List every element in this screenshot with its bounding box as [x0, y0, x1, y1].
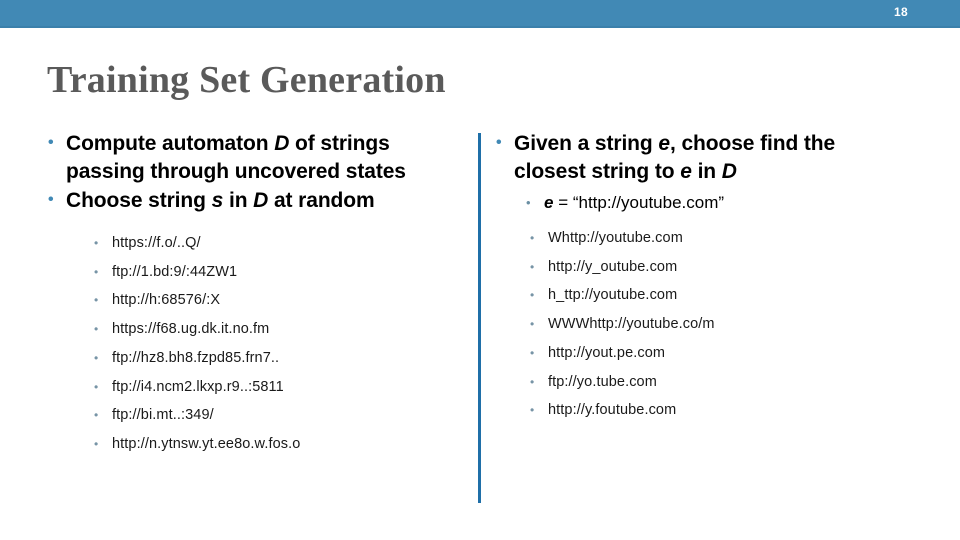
column-divider	[478, 133, 481, 503]
right-string-item: http://y_outube.com	[530, 253, 892, 282]
left-bullet-1: Compute automaton D of strings passing t…	[44, 129, 464, 186]
right-sub-bullet-list: e = “http://youtube.com”	[492, 190, 892, 216]
math-variable: s	[211, 189, 224, 212]
right-bullet-1: Given a string e, choose find the closes…	[492, 129, 892, 186]
right-string-item: WWWhttp://youtube.co/m	[530, 310, 892, 339]
left-string-list: https://f.o/..Q/ftp://1.bd:9/:44ZW1http:…	[44, 229, 464, 459]
right-string-item: Whttp://youtube.com	[530, 224, 892, 253]
example-string-e: e = “http://youtube.com”	[526, 190, 892, 216]
left-bullet-2: Choose string s in D at random	[44, 186, 464, 215]
left-string-item: https://f68.ug.dk.it.no.fm	[94, 315, 464, 344]
bullet-text-run: Given a string	[514, 132, 659, 155]
bullet-text-run: in	[223, 189, 254, 212]
left-string-item: https://f.o/..Q/	[94, 229, 464, 258]
math-variable: D	[253, 189, 269, 212]
right-string-item: http://y.foutube.com	[530, 396, 892, 425]
bullet-text-run: Compute automaton	[66, 132, 275, 155]
left-string-item: ftp://hz8.bh8.fzpd85.frn7..	[94, 344, 464, 373]
left-string-item: http://h:68576/:X	[94, 286, 464, 315]
right-bullet-list: Given a string e, choose find the closes…	[492, 129, 892, 186]
math-variable: D	[274, 132, 290, 155]
math-variable: e	[658, 132, 670, 155]
math-variable: e	[680, 160, 692, 183]
bullet-text-run: at random	[268, 189, 375, 212]
math-variable: D	[721, 160, 737, 183]
right-string-list: Whttp://youtube.comhttp://y_outube.comh_…	[492, 224, 892, 425]
page-title: Training Set Generation	[47, 59, 446, 101]
bullet-text-run: Choose string	[66, 189, 212, 212]
left-string-item: ftp://i4.ncm2.lkxp.r9..:5811	[94, 373, 464, 402]
right-string-item: ftp://yo.tube.com	[530, 368, 892, 397]
bullet-text-run: = “http://youtube.com”	[553, 193, 725, 212]
right-column: Given a string e, choose find the closes…	[492, 129, 892, 425]
left-string-item: ftp://bi.mt..:349/	[94, 401, 464, 430]
left-string-item: ftp://1.bd:9/:44ZW1	[94, 258, 464, 287]
right-string-item: http://yout.pe.com	[530, 339, 892, 368]
slide-header-bar: 18	[0, 0, 960, 28]
bullet-text-run: in	[691, 160, 722, 183]
left-string-item: http://n.ytnsw.yt.ee8o.w.fos.o	[94, 430, 464, 459]
slide-number: 18	[894, 5, 908, 19]
left-bullet-list: Compute automaton D of strings passing t…	[44, 129, 464, 215]
right-string-item: h_ttp://youtube.com	[530, 281, 892, 310]
slide-content-area: Compute automaton D of strings passing t…	[0, 129, 960, 530]
left-column: Compute automaton D of strings passing t…	[44, 129, 464, 459]
